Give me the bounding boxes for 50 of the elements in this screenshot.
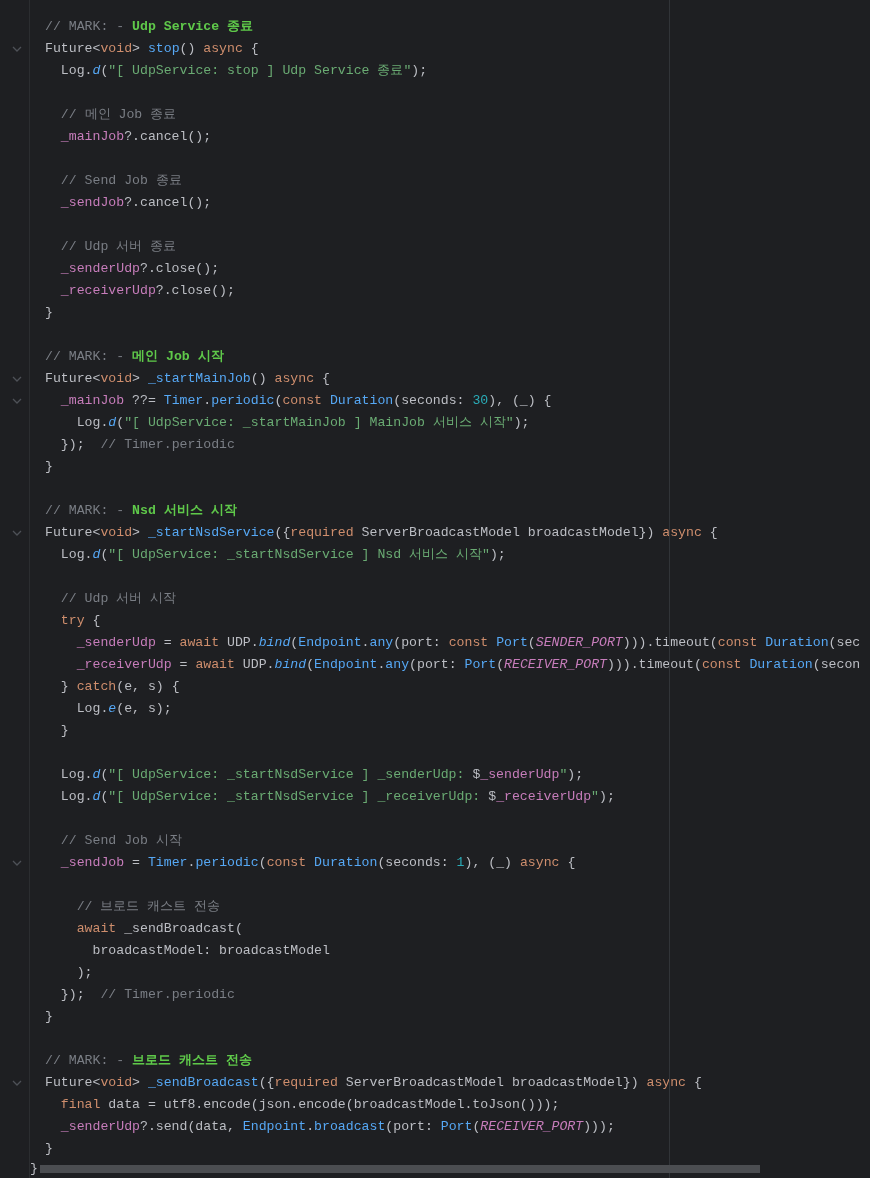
- code-line: _receiverUdp?.close();: [59, 282, 235, 300]
- fold-chevron-icon[interactable]: [12, 530, 22, 536]
- fold-chevron-icon[interactable]: [12, 376, 22, 382]
- code-line: // 메인 Job 종료: [59, 106, 177, 124]
- code-line: // MARK: - 브로드 캐스트 전송: [45, 1052, 252, 1070]
- code-line: _senderUdp?.send(data, Endpoint.broadcast(port: Port(RECEIVER_PORT)));: [59, 1118, 615, 1136]
- code-line: }: [45, 1008, 53, 1026]
- code-line: Future<void> _startMainJob() async {: [45, 370, 330, 388]
- code-line: Future<void> _sendBroadcast({required ServerBroadcastModel broadcastModel}) async {: [45, 1074, 702, 1092]
- code-line: }); // Timer.periodic: [59, 436, 235, 454]
- code-line: _sendJob = Timer.periodic(const Duration(seconds: 1), (_) async {: [59, 854, 576, 872]
- code-line: }: [30, 1162, 38, 1176]
- code-line: // 브로드 캐스트 전송: [75, 898, 221, 916]
- code-line: Log.d("[ UdpService: _startMainJob ] MainJob 서비스 시작");: [75, 414, 530, 432]
- code-line: _senderUdp?.close();: [59, 260, 220, 278]
- code-line: _sendJob?.cancel();: [59, 194, 212, 212]
- fold-chevron-icon[interactable]: [12, 46, 22, 52]
- fold-chevron-icon[interactable]: [12, 1080, 22, 1086]
- code-line: }: [45, 1140, 53, 1158]
- code-line: Log.d("[ UdpService: _startNsdService ] _senderUdp: $_senderUdp");: [59, 766, 584, 784]
- code-line: _senderUdp = await UDP.bind(Endpoint.any(port: const Port(SENDER_PORT))).timeout(const Duration(sec: [75, 634, 861, 652]
- code-line: final data = utf8.encode(json.encode(broadcastModel.toJson()));: [59, 1096, 560, 1114]
- code-line: // MARK: - 메인 Job 시작: [45, 348, 224, 366]
- code-line: _receiverUdp = await UDP.bind(Endpoint.any(port: Port(RECEIVER_PORT))).timeout(const Duration(secon: [75, 656, 861, 674]
- code-line: }: [45, 304, 53, 322]
- code-line: // MARK: - Nsd 서비스 시작: [45, 502, 237, 520]
- code-line: Future<void> stop() async {: [45, 40, 259, 58]
- code-line: } catch(e, s) {: [59, 678, 180, 696]
- code-line: Log.d("[ UdpService: _startNsdService ] _receiverUdp: $_receiverUdp");: [59, 788, 615, 806]
- code-line: await _sendBroadcast(: [75, 920, 243, 938]
- code-line: // Udp 서버 종료: [59, 238, 177, 256]
- code-line: Future<void> _startNsdService({required ServerBroadcastModel broadcastModel}) async {: [45, 524, 718, 542]
- code-line: // Send Job 종료: [59, 172, 182, 190]
- code-line: Log.e(e, s);: [75, 700, 172, 718]
- code-line: // Send Job 시작: [59, 832, 182, 850]
- code-line: broadcastModel: broadcastModel: [91, 942, 330, 960]
- fold-chevron-icon[interactable]: [12, 860, 22, 866]
- code-line: Log.d("[ UdpService: stop ] Udp Service 종료");: [59, 62, 428, 80]
- code-line: }: [59, 722, 69, 740]
- horizontal-scrollbar[interactable]: [40, 1165, 760, 1173]
- code-line: _mainJob ??= Timer.periodic(const Duration(seconds: 30), (_) {: [59, 392, 552, 410]
- code-line: Log.d("[ UdpService: _startNsdService ] Nsd 서비스 시작");: [59, 546, 506, 564]
- code-line: try {: [59, 612, 101, 630]
- fold-chevron-icon[interactable]: [12, 398, 22, 404]
- code-line: );: [75, 964, 93, 982]
- code-line: }); // Timer.periodic: [59, 986, 235, 1004]
- code-line: // MARK: - Udp Service 종료: [45, 18, 254, 36]
- code-line: }: [45, 458, 53, 476]
- code-line: // Udp 서버 시작: [59, 590, 177, 608]
- code-line: _mainJob?.cancel();: [59, 128, 212, 146]
